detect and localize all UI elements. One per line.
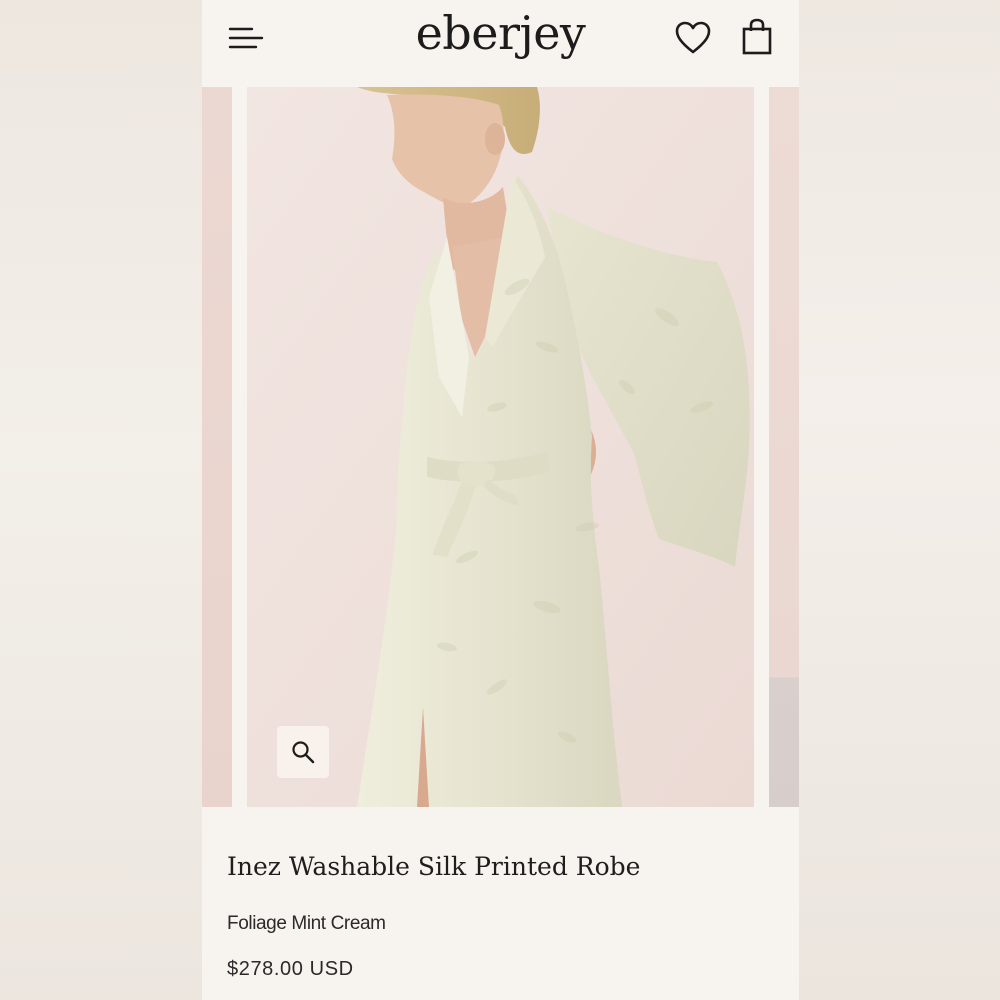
- site-header: eberjey: [202, 0, 799, 86]
- heart-icon: [675, 21, 711, 54]
- menu-icon: [228, 27, 264, 49]
- zoom-button[interactable]: [277, 726, 329, 778]
- menu-button[interactable]: [228, 26, 264, 52]
- wishlist-button[interactable]: [674, 20, 712, 56]
- product-image-carousel[interactable]: [202, 87, 799, 807]
- product-photo: [247, 87, 754, 807]
- backdrop-right: [799, 0, 1000, 1000]
- product-color-variant: Foliage Mint Cream: [227, 913, 386, 934]
- magnifier-icon: [292, 741, 315, 764]
- product-image[interactable]: [247, 87, 754, 807]
- product-price: $278.00 USD: [227, 958, 354, 980]
- product-title: Inez Washable Silk Printed Robe: [227, 852, 641, 881]
- previous-slide-peek[interactable]: [202, 87, 232, 807]
- mobile-product-page: eberjey Inez Washable Silk Printed Robe …: [202, 0, 799, 1000]
- next-slide-peek[interactable]: [769, 87, 799, 807]
- cart-button[interactable]: [740, 18, 774, 56]
- shopping-bag-icon: [742, 18, 772, 55]
- backdrop-left: [0, 0, 202, 1000]
